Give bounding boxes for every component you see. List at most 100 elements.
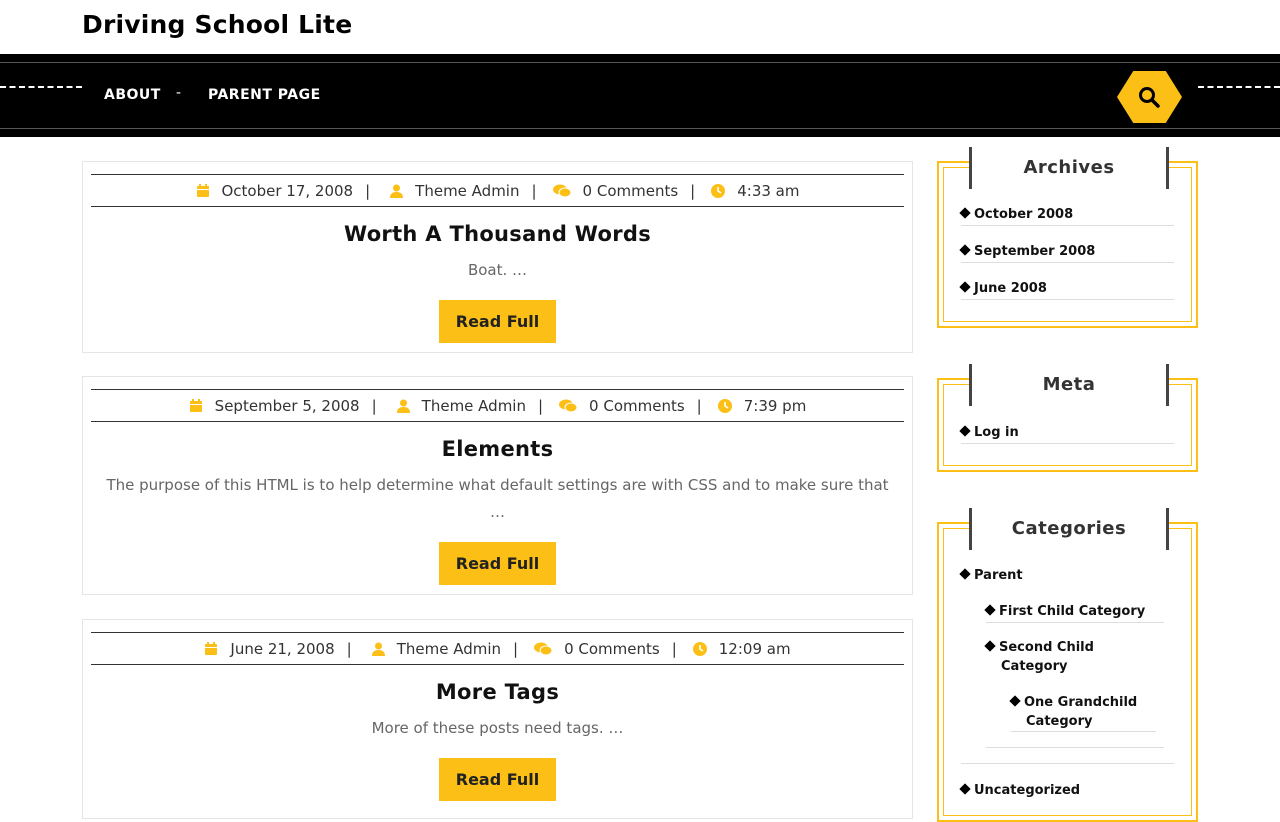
diamond-bullet-icon: [959, 783, 971, 795]
post-time: 4:33 am: [737, 181, 800, 200]
post-card: October 17, 2008 | Theme Admin | 0 Comme…: [82, 161, 913, 353]
clock-icon: [692, 641, 707, 656]
meta-separator: |: [371, 396, 377, 415]
meta-separator: |: [696, 396, 702, 415]
clock-icon: [711, 183, 726, 198]
category-link-second-child[interactable]: Second Child Category: [984, 638, 1106, 676]
post-meta: June 21, 2008 | Theme Admin | 0 Comments…: [91, 632, 904, 665]
archives-widget: Archives October 2008 September 2008 Jun…: [937, 147, 1198, 328]
nav-item-parent-page[interactable]: PARENT PAGE: [208, 87, 321, 103]
search-icon: [1139, 87, 1160, 108]
diamond-bullet-icon: [959, 207, 971, 219]
diamond-bullet-icon: [984, 604, 996, 616]
user-icon: [396, 399, 410, 413]
login-link-label: Log in: [974, 425, 1019, 440]
nav-separator: -: [176, 85, 182, 101]
archive-link-label: June 2008: [974, 281, 1047, 296]
post-excerpt: The purpose of this HTML is to help dete…: [106, 476, 889, 521]
archive-link[interactable]: June 2008: [959, 279, 1047, 298]
post-time: 7:39 pm: [743, 396, 807, 415]
nav-top-line: [0, 62, 1280, 63]
post-title[interactable]: More Tags: [83, 680, 912, 704]
post-excerpt: Boat. …: [467, 261, 528, 279]
post-date[interactable]: September 5, 2008: [215, 397, 360, 415]
widget-title: Meta: [969, 364, 1169, 406]
meta-separator: |: [513, 639, 519, 658]
meta-separator: |: [690, 181, 696, 200]
archive-link[interactable]: October 2008: [959, 205, 1074, 224]
nav-dash-left: [0, 86, 82, 88]
diamond-bullet-icon: [1009, 695, 1021, 707]
widget-title: Categories: [969, 508, 1169, 550]
meta-separator: |: [365, 181, 371, 200]
categories-widget: Categories Parent First Child Category S…: [937, 508, 1198, 822]
category-label: Second Child Category: [999, 640, 1094, 674]
archive-link-label: October 2008: [974, 207, 1074, 222]
calendar-icon: [189, 398, 202, 412]
comments-icon: [534, 642, 553, 655]
post-card: September 5, 2008 | Theme Admin | 0 Comm…: [82, 376, 913, 595]
comments-icon: [559, 399, 578, 412]
category-link-first-child[interactable]: First Child Category: [984, 602, 1146, 621]
archive-link-label: September 2008: [974, 244, 1096, 259]
category-link-uncategorized[interactable]: Uncategorized: [959, 781, 1081, 800]
nav-item-about[interactable]: ABOUT: [104, 87, 161, 103]
post-author[interactable]: Theme Admin: [397, 640, 501, 658]
post-comments[interactable]: 0 Comments: [583, 182, 679, 200]
post-author[interactable]: Theme Admin: [415, 182, 519, 200]
clock-icon: [717, 398, 732, 413]
divider: [961, 299, 1174, 300]
category-link-grandchild[interactable]: One Grandchild Category: [1009, 693, 1151, 731]
nav-dash-right: [1198, 86, 1280, 88]
site-title[interactable]: Driving School Lite: [82, 10, 352, 39]
diamond-bullet-icon: [959, 425, 971, 437]
post-meta: October 17, 2008 | Theme Admin | 0 Comme…: [91, 174, 904, 207]
post-meta: September 5, 2008 | Theme Admin | 0 Comm…: [91, 389, 904, 422]
post-comments[interactable]: 0 Comments: [589, 397, 685, 415]
divider: [961, 225, 1174, 226]
post-excerpt: More of these posts need tags. …: [371, 719, 624, 737]
divider: [986, 747, 1164, 748]
calendar-icon: [196, 183, 209, 197]
post-date[interactable]: June 21, 2008: [230, 640, 334, 658]
search-button[interactable]: [1117, 71, 1182, 123]
diamond-bullet-icon: [959, 244, 971, 256]
divider: [961, 262, 1174, 263]
nav-bottom-line: [0, 128, 1280, 129]
post-title[interactable]: Worth A Thousand Words: [83, 222, 912, 246]
meta-separator: |: [671, 639, 677, 658]
post-title[interactable]: Elements: [83, 437, 912, 461]
post-card: June 21, 2008 | Theme Admin | 0 Comments…: [82, 619, 913, 819]
post-author[interactable]: Theme Admin: [422, 397, 526, 415]
site-header: Driving School Lite: [0, 0, 1280, 54]
divider: [961, 763, 1174, 764]
archive-link[interactable]: September 2008: [959, 242, 1096, 261]
post-time: 12:09 am: [718, 639, 791, 658]
post-date[interactable]: October 17, 2008: [222, 182, 354, 200]
post-comments[interactable]: 0 Comments: [564, 640, 660, 658]
user-icon: [371, 642, 385, 656]
category-label: One Grandchild Category: [1024, 695, 1138, 729]
diamond-bullet-icon: [959, 568, 971, 580]
category-label: Parent: [974, 568, 1023, 583]
category-label: First Child Category: [999, 604, 1146, 619]
login-link[interactable]: Log in: [959, 423, 1019, 442]
widget-title: Archives: [969, 147, 1169, 189]
user-icon: [390, 184, 404, 198]
divider: [1011, 731, 1156, 732]
read-full-button[interactable]: Read Full: [439, 300, 556, 343]
category-link-parent[interactable]: Parent: [959, 566, 1023, 585]
diamond-bullet-icon: [984, 640, 996, 652]
meta-separator: |: [346, 639, 352, 658]
meta-widget: Meta Log in: [937, 364, 1198, 472]
category-label: Uncategorized: [974, 783, 1081, 798]
read-full-button[interactable]: Read Full: [439, 758, 556, 801]
calendar-icon: [205, 641, 218, 655]
read-full-button[interactable]: Read Full: [439, 542, 556, 585]
divider: [961, 443, 1174, 444]
main-navigation: ABOUT - PARENT PAGE: [0, 54, 1280, 137]
comments-icon: [552, 184, 571, 197]
diamond-bullet-icon: [959, 281, 971, 293]
meta-separator: |: [537, 396, 544, 415]
divider: [986, 622, 1164, 623]
